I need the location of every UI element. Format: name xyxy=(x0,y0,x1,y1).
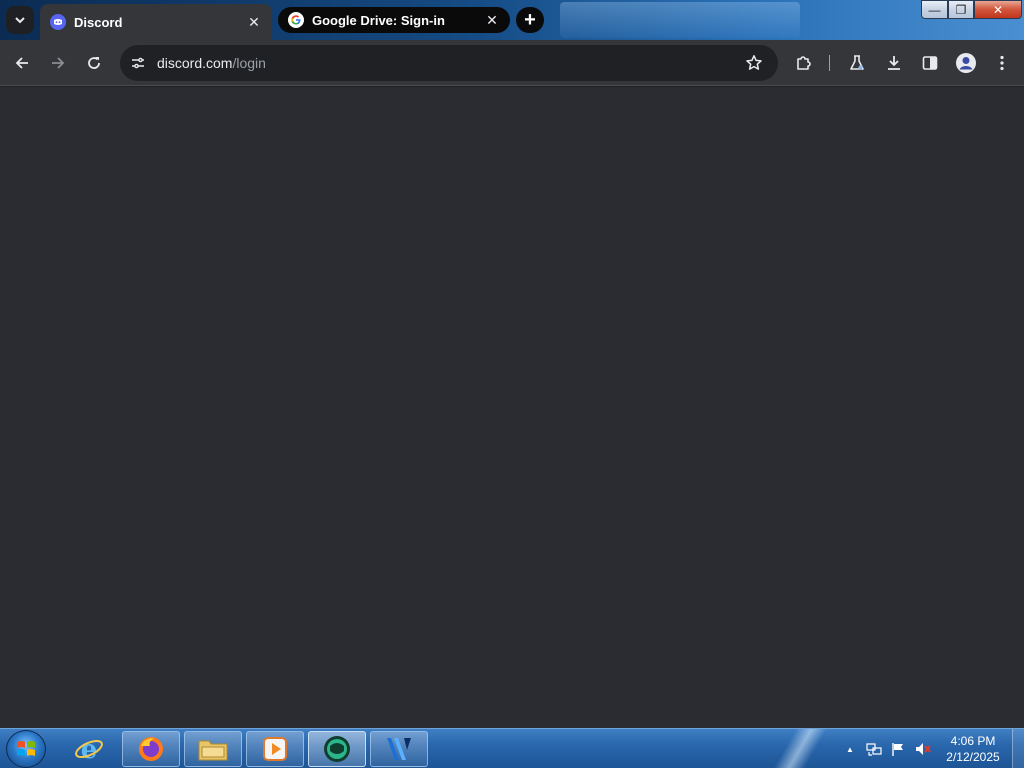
svg-text:e: e xyxy=(81,735,98,764)
clock-time: 4:06 PM xyxy=(950,734,996,748)
labs-icon[interactable] xyxy=(845,51,869,75)
browser-tab-strip: Discord ✕ Google Drive: Sign-in ✕ + — ❐ … xyxy=(0,0,1024,40)
video-editor-icon xyxy=(387,738,411,760)
aero-glass-highlight xyxy=(560,2,800,38)
menu-icon[interactable] xyxy=(990,51,1014,75)
tab-discord[interactable]: Discord ✕ xyxy=(40,4,272,40)
minimize-button[interactable]: — xyxy=(921,0,948,19)
tab-search-button[interactable] xyxy=(6,6,34,34)
tab-google-drive[interactable]: Google Drive: Sign-in ✕ xyxy=(278,7,510,33)
clock-date: 2/12/2025 xyxy=(946,750,1000,764)
taskbar-media-player[interactable] xyxy=(246,731,304,767)
firefox-icon xyxy=(139,737,163,761)
file-explorer-icon xyxy=(198,740,228,761)
volume-muted-icon[interactable] xyxy=(914,729,932,768)
system-clock[interactable]: 4:06 PM 2/12/2025 xyxy=(938,733,1008,765)
url-path: /login xyxy=(232,55,266,71)
show-desktop-button[interactable] xyxy=(1012,729,1024,768)
url-host: discord.com xyxy=(157,55,233,71)
forward-icon xyxy=(52,57,65,69)
tray-expand-button[interactable]: ▲ xyxy=(846,729,854,768)
profile-icon[interactable] xyxy=(954,51,978,75)
close-icon[interactable]: ✕ xyxy=(484,12,500,28)
tab-title: Discord xyxy=(74,14,123,30)
app-icon xyxy=(324,736,350,762)
taskbar-internet-explorer[interactable]: e xyxy=(60,731,118,767)
aero-streak xyxy=(760,729,840,768)
discord-icon xyxy=(50,14,66,30)
google-icon xyxy=(288,12,304,28)
taskbar-file-explorer[interactable] xyxy=(184,731,242,767)
taskbar-firefox[interactable] xyxy=(122,731,180,767)
windows-logo-icon xyxy=(17,741,35,756)
chevron-up-icon: ▲ xyxy=(846,744,854,754)
url-text: discord.com/login xyxy=(157,55,266,71)
page-content xyxy=(0,87,1024,728)
tab-title: Google Drive: Sign-in xyxy=(312,12,445,28)
reload-icon xyxy=(88,57,100,69)
start-button[interactable] xyxy=(6,730,46,768)
window-controls: — ❐ ✕ xyxy=(921,0,1022,20)
back-button[interactable] xyxy=(8,49,36,77)
bookmark-star-icon[interactable] xyxy=(744,53,764,73)
internet-explorer-icon: e xyxy=(75,735,103,764)
network-icon[interactable] xyxy=(866,729,882,768)
extensions-icon[interactable] xyxy=(792,51,816,75)
restore-button[interactable]: ❐ xyxy=(948,0,974,19)
window-close-button[interactable]: ✕ xyxy=(974,0,1022,19)
taskbar-video-editor[interactable] xyxy=(370,731,428,767)
back-icon xyxy=(15,57,28,69)
taskbar: e ▲ 4:06 PM 2/12/2025 xyxy=(0,728,1024,768)
reload-button[interactable] xyxy=(80,49,108,77)
site-info-icon[interactable] xyxy=(128,53,148,73)
side-panel-icon[interactable] xyxy=(918,51,942,75)
browser-toolbar: discord.com/login xyxy=(0,40,1024,86)
download-icon[interactable] xyxy=(882,51,906,75)
chevron-down-icon xyxy=(15,17,25,24)
media-player-icon xyxy=(263,737,287,761)
close-icon[interactable]: ✕ xyxy=(246,14,262,30)
forward-button[interactable] xyxy=(44,49,72,77)
action-center-flag-icon[interactable] xyxy=(890,729,906,768)
toolbar-separator xyxy=(829,55,830,71)
address-bar[interactable]: discord.com/login xyxy=(120,45,778,81)
taskbar-app[interactable] xyxy=(308,731,366,767)
new-tab-button[interactable]: + xyxy=(516,7,544,33)
